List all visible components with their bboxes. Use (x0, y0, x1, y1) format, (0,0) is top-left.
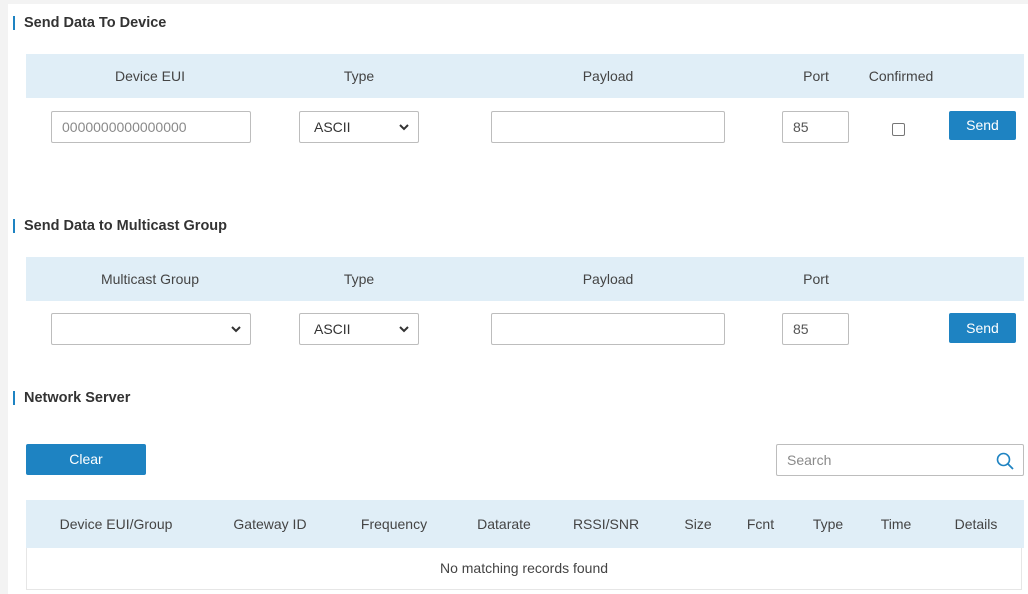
send-device-header: Device EUI Type Payload Port Confirmed (26, 54, 1024, 98)
header-type: Type (343, 68, 375, 84)
column-header: Size (684, 516, 712, 532)
column-header: Details (954, 516, 998, 532)
multicast-type-select[interactable]: ASCII (299, 313, 419, 345)
send-multicast-header: Multicast Group Type Payload Port (26, 257, 1024, 301)
header-confirmed: Confirmed (868, 68, 934, 84)
header-payload: Payload (582, 271, 634, 287)
header-payload: Payload (582, 68, 634, 84)
column-header: Time (880, 516, 912, 532)
column-header: Frequency (360, 516, 428, 532)
chevron-down-icon (231, 326, 241, 333)
network-server-title: Network Server (13, 391, 130, 405)
records-table-header: Device EUI/Group Gateway ID Frequency Da… (26, 500, 1024, 548)
clear-button[interactable]: Clear (26, 444, 146, 475)
column-header: Datarate (477, 516, 531, 532)
search-input[interactable]: Search (776, 444, 1024, 476)
multicast-type-value: ASCII (314, 321, 351, 337)
header-type: Type (343, 271, 375, 287)
chevron-down-icon (399, 124, 409, 131)
device-eui-input[interactable] (51, 111, 251, 143)
send-multicast-title: Send Data to Multicast Group (13, 219, 227, 233)
search-placeholder: Search (787, 452, 832, 468)
header-port: Port (803, 271, 829, 287)
type-select-value: ASCII (314, 119, 351, 135)
column-header: Device EUI/Group (59, 516, 173, 532)
search-icon[interactable] (995, 451, 1015, 471)
multicast-payload-input[interactable] (491, 313, 725, 345)
send-device-button[interactable]: Send (949, 111, 1016, 140)
header-port: Port (803, 68, 829, 84)
send-multicast-button[interactable]: Send (949, 313, 1016, 343)
confirmed-checkbox[interactable] (892, 123, 905, 136)
column-header: Fcnt (746, 516, 775, 532)
header-device-eui: Device EUI (114, 68, 186, 84)
port-input[interactable] (782, 111, 849, 143)
column-header: Type (812, 516, 844, 532)
empty-records-message: No matching records found (26, 548, 1022, 590)
header-multicast-group: Multicast Group (100, 271, 200, 287)
send-device-title: Send Data To Device (13, 16, 166, 30)
multicast-port-input[interactable] (782, 313, 849, 345)
column-header: Gateway ID (233, 516, 307, 532)
type-select[interactable]: ASCII (299, 111, 419, 143)
payload-input[interactable] (491, 111, 725, 143)
multicast-group-select[interactable] (51, 313, 251, 345)
column-header: RSSI/SNR (572, 516, 640, 532)
chevron-down-icon (399, 326, 409, 333)
